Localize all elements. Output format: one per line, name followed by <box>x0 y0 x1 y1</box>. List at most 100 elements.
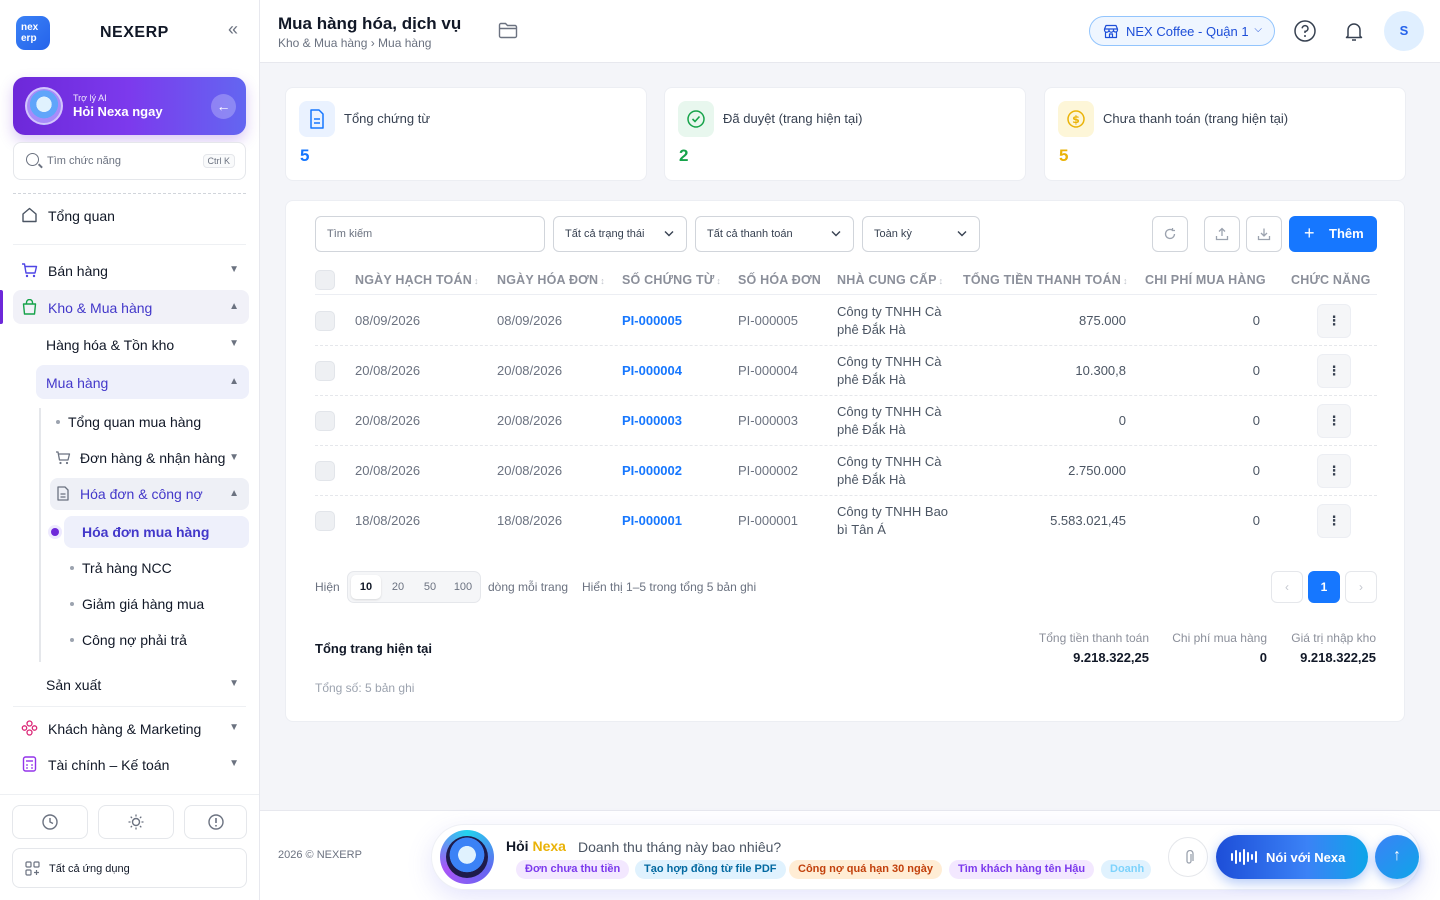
search-input[interactable]: Tìm kiếm <box>315 216 545 252</box>
nav-customers-marketing[interactable]: Khách hàng & Marketing ▼ <box>13 711 249 745</box>
table-row[interactable]: 20/08/2026 20/08/2026 PI-000004 PI-00000… <box>315 346 1377 396</box>
bell-icon[interactable] <box>1342 19 1366 43</box>
row-actions-button[interactable]: ⋮ <box>1317 304 1351 338</box>
add-button-label: Thêm <box>1329 226 1364 241</box>
suggestion-chip[interactable]: Tạo hợp đồng từ file PDF <box>635 860 786 879</box>
row-checkbox[interactable] <box>315 311 335 331</box>
nav-orders-receiving[interactable]: Đơn hàng & nhận hàng ▼ <box>50 442 249 474</box>
brand-name: NEXERP <box>100 24 169 41</box>
nav-purchase-invoice[interactable]: Hóa đơn mua hàng <box>64 516 249 548</box>
chevron-down-icon: ▼ <box>229 452 239 463</box>
page-size-option[interactable]: 10 <box>351 575 381 599</box>
page-button[interactable]: 1 <box>1308 571 1340 603</box>
select-all-checkbox[interactable] <box>315 270 335 290</box>
nav-goods-label: Hàng hóa & Tồn kho <box>46 337 175 353</box>
prev-page-button[interactable]: ‹ <box>1271 571 1303 603</box>
refresh-button[interactable] <box>1152 216 1188 252</box>
table-row[interactable]: 18/08/2026 18/08/2026 PI-000001 PI-00000… <box>315 496 1377 546</box>
assistant-bar: Hỏi Nexa Doanh thu tháng này bao nhiêu? … <box>432 825 1420 889</box>
send-button[interactable]: ↑ <box>1375 835 1419 879</box>
history-button[interactable] <box>12 805 88 839</box>
nav-finance-accounting[interactable]: Tài chính – Kế toán ▼ <box>13 747 249 781</box>
row-actions-button[interactable]: ⋮ <box>1317 354 1351 388</box>
brand[interactable]: nex erp <box>16 16 50 50</box>
page-size-selector: 10 20 50 100 <box>347 571 481 603</box>
voucher-link[interactable]: PI-000005 <box>622 313 682 328</box>
search-placeholder: Tìm kiếm <box>327 228 373 240</box>
row-checkbox[interactable] <box>315 411 335 431</box>
voucher-link[interactable]: PI-000002 <box>622 463 682 478</box>
row-actions-button[interactable]: ⋮ <box>1317 404 1351 438</box>
posting-date: 20/08/2026 <box>355 363 421 378</box>
nav-overview[interactable]: Tổng quan <box>13 198 249 232</box>
chevron-down-icon: ▼ <box>229 678 239 689</box>
nav-purchase-discounts[interactable]: Giảm giá hàng mua <box>64 588 249 620</box>
nav-invoices-debt[interactable]: Hóa đơn & công nợ ▲ <box>50 478 249 510</box>
attach-button[interactable] <box>1168 837 1208 877</box>
suggestion-chip[interactable]: Tìm khách hàng tên Hậu <box>949 860 1095 879</box>
nav-payables[interactable]: Công nợ phải trả <box>64 624 249 656</box>
page-size-option[interactable]: 20 <box>383 575 413 599</box>
nav-production[interactable]: Sản xuất ▼ <box>36 667 249 701</box>
total-value: 9.218.322,25 <box>1300 650 1376 665</box>
nav-purchasing[interactable]: Mua hàng ▲ <box>36 365 249 399</box>
function-search-input[interactable]: Tìm chức năng Ctrl K <box>13 142 246 180</box>
row-checkbox[interactable] <box>315 511 335 531</box>
user-avatar[interactable]: S <box>1384 11 1424 51</box>
suggestion-chip[interactable]: Công nợ quá hạn 30 ngày <box>789 860 942 879</box>
status-filter-select[interactable]: Tất cả trạng thái <box>553 216 687 252</box>
column-header[interactable]: TỔNG TIỀN THANH TOÁN ↕ <box>963 273 1128 287</box>
folder-icon[interactable] <box>498 22 518 39</box>
collapse-sidebar-icon[interactable]: « <box>224 20 242 40</box>
voice-button[interactable]: Nói với Nexa <box>1216 835 1368 879</box>
alert-button[interactable] <box>184 805 247 839</box>
copyright: 2026 © NEXERP <box>278 849 362 861</box>
suggestion-chip[interactable]: Doanh <box>1101 860 1151 879</box>
voucher-link[interactable]: PI-000003 <box>622 413 682 428</box>
nav-supplier-returns[interactable]: Trả hàng NCC <box>64 552 249 584</box>
arrow-left-icon[interactable]: ← <box>211 94 236 119</box>
chevron-up-icon: ▲ <box>229 376 239 387</box>
column-header[interactable]: NGÀY HÓA ĐƠN ↕ <box>497 273 605 287</box>
row-checkbox[interactable] <box>315 461 335 481</box>
table-row[interactable]: 20/08/2026 20/08/2026 PI-000002 PI-00000… <box>315 446 1377 496</box>
row-actions-button[interactable]: ⋮ <box>1317 504 1351 538</box>
row-actions-button[interactable]: ⋮ <box>1317 454 1351 488</box>
nav-goods-inventory[interactable]: Hàng hóa & Tồn kho ▼ <box>36 327 249 361</box>
row-checkbox[interactable] <box>315 361 335 381</box>
import-button[interactable] <box>1246 216 1282 252</box>
total-value: 0 <box>1259 650 1267 665</box>
payment-filter-select[interactable]: Tất cả thanh toán <box>695 216 854 252</box>
nav-warehouse[interactable]: Kho & Mua hàng ▲ <box>13 290 249 324</box>
suggestion-chip[interactable]: Đơn chưa thu tiền <box>516 860 630 879</box>
page-size-option[interactable]: 100 <box>447 575 479 599</box>
ask-nexa-card[interactable]: Trợ lý AI Hỏi Nexa ngay ← <box>13 77 246 135</box>
voucher-link[interactable]: PI-000001 <box>622 513 682 528</box>
next-page-button[interactable]: › <box>1345 571 1377 603</box>
all-apps-button[interactable]: Tất cả ứng dụng <box>12 848 247 888</box>
branch-selector[interactable]: NEX Coffee - Quận 1 ⌵ <box>1089 16 1275 46</box>
cart-icon <box>22 263 38 278</box>
document-icon <box>57 486 69 501</box>
column-header[interactable]: NHÀ CUNG CẤP ↕ <box>837 273 943 287</box>
nav-purchase-overview[interactable]: Tổng quan mua hàng <box>50 406 249 438</box>
table-row[interactable]: 08/09/2026 08/09/2026 PI-000005 PI-00000… <box>315 296 1377 346</box>
assistant-input[interactable]: Doanh thu tháng này bao nhiêu? <box>578 839 781 855</box>
table-row[interactable]: 20/08/2026 20/08/2026 PI-000003 PI-00000… <box>315 396 1377 446</box>
robot-avatar-icon[interactable] <box>440 830 494 884</box>
page-size-option[interactable]: 50 <box>415 575 445 599</box>
nav-sales[interactable]: Bán hàng ▼ <box>13 253 249 287</box>
chevron-up-icon: ▲ <box>229 301 239 312</box>
invoice-number: PI-000001 <box>738 513 798 528</box>
column-header[interactable]: SỐ CHỨNG TỪ ↕ <box>622 273 721 287</box>
period-filter-select[interactable]: Toàn kỳ <box>862 216 980 252</box>
help-icon[interactable] <box>1293 19 1317 43</box>
theme-button[interactable] <box>98 805 174 839</box>
breadcrumb[interactable]: Kho & Mua hàng › Mua hàng <box>278 36 431 50</box>
voucher-link[interactable]: PI-000004 <box>622 363 682 378</box>
export-button[interactable] <box>1204 216 1240 252</box>
column-header[interactable]: NGÀY HẠCH TOÁN ↕ <box>355 273 479 287</box>
invoice-number: PI-000003 <box>738 413 798 428</box>
assistant-title: Hỏi Nexa <box>506 838 566 854</box>
add-button[interactable]: + Thêm <box>1289 216 1377 252</box>
